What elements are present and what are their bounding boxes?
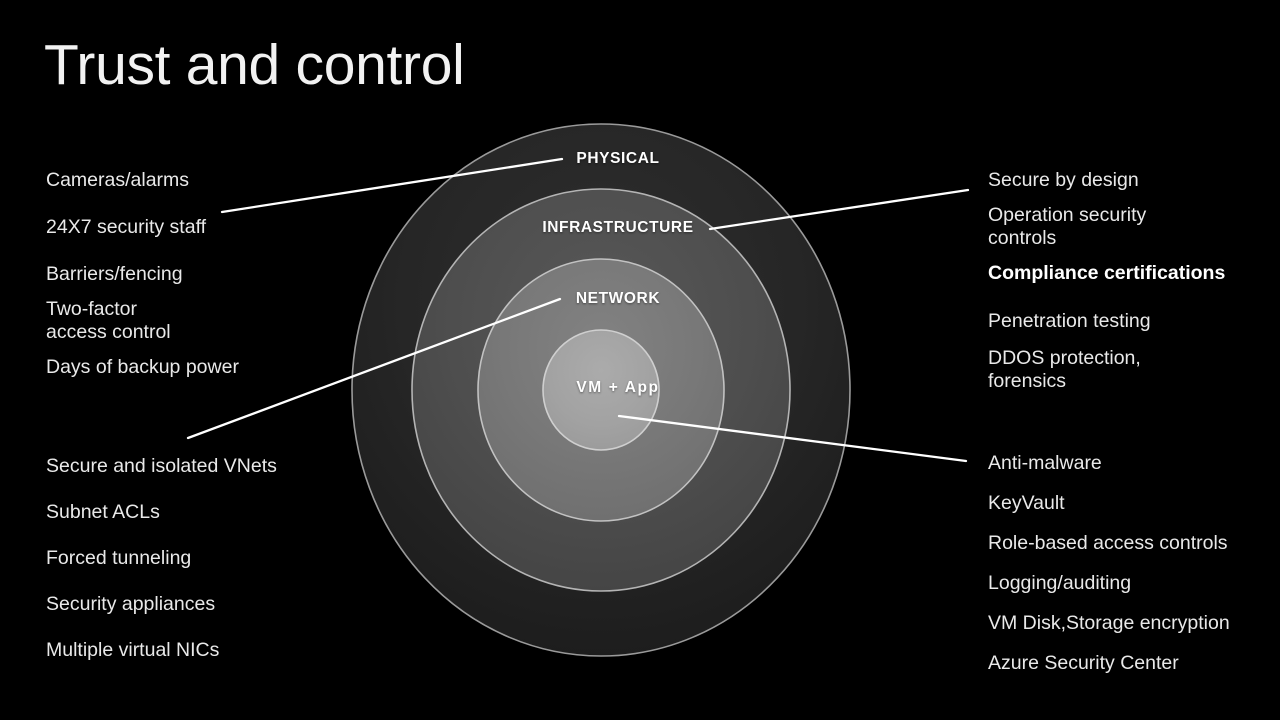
network-controls-list: Secure and isolated VNets Subnet ACLs Forc… [46, 455, 366, 662]
list-item: VM Disk,Storage encryption [988, 612, 1230, 634]
slide-canvas: Trust and control PHYSICAL INFRASTRUCTUR… [0, 0, 1280, 720]
list-item: Secure and isolated VNets [46, 455, 277, 477]
list-item: Compliance certifications [988, 262, 1226, 284]
list-item: KeyVault [988, 492, 1065, 514]
list-item: Azure Security Center [988, 652, 1179, 674]
ring-label-infrastructure: INFRASTRUCTURE [542, 219, 694, 236]
list-item: Penetration testing [988, 310, 1151, 332]
infrastructure-controls-list: Secure by design Operation security contr… [988, 169, 1268, 393]
list-item: Role-based access controls [988, 532, 1228, 554]
ring-label-vm-app: VM + App [576, 379, 660, 396]
ring-label-physical: PHYSICAL [576, 150, 660, 167]
list-item: Days of backup power [46, 356, 239, 378]
list-item: Logging/auditing [988, 572, 1132, 594]
vm-app-controls-list: Anti-malware KeyVault Role-based access co… [988, 452, 1278, 675]
list-item: Subnet ACLs [46, 501, 160, 523]
list-item: Anti-malware [988, 452, 1102, 474]
list-item: DDOS protection, forensics [988, 347, 1141, 392]
list-item: Two-factor access control [46, 298, 171, 343]
ring-label-network: NETWORK [575, 290, 661, 307]
list-item: Cameras/alarms [46, 169, 190, 191]
list-item: Multiple virtual NICs [46, 639, 220, 661]
list-item: Security appliances [46, 593, 216, 615]
list-item: Barriers/fencing [46, 263, 183, 285]
list-item: Operation security controls [988, 204, 1147, 249]
physical-controls-list: Cameras/alarms 24X7 security staff Barrier… [46, 169, 346, 379]
list-item: Secure by design [988, 169, 1139, 191]
list-item: 24X7 security staff [46, 216, 207, 238]
list-item: Forced tunneling [46, 547, 192, 569]
